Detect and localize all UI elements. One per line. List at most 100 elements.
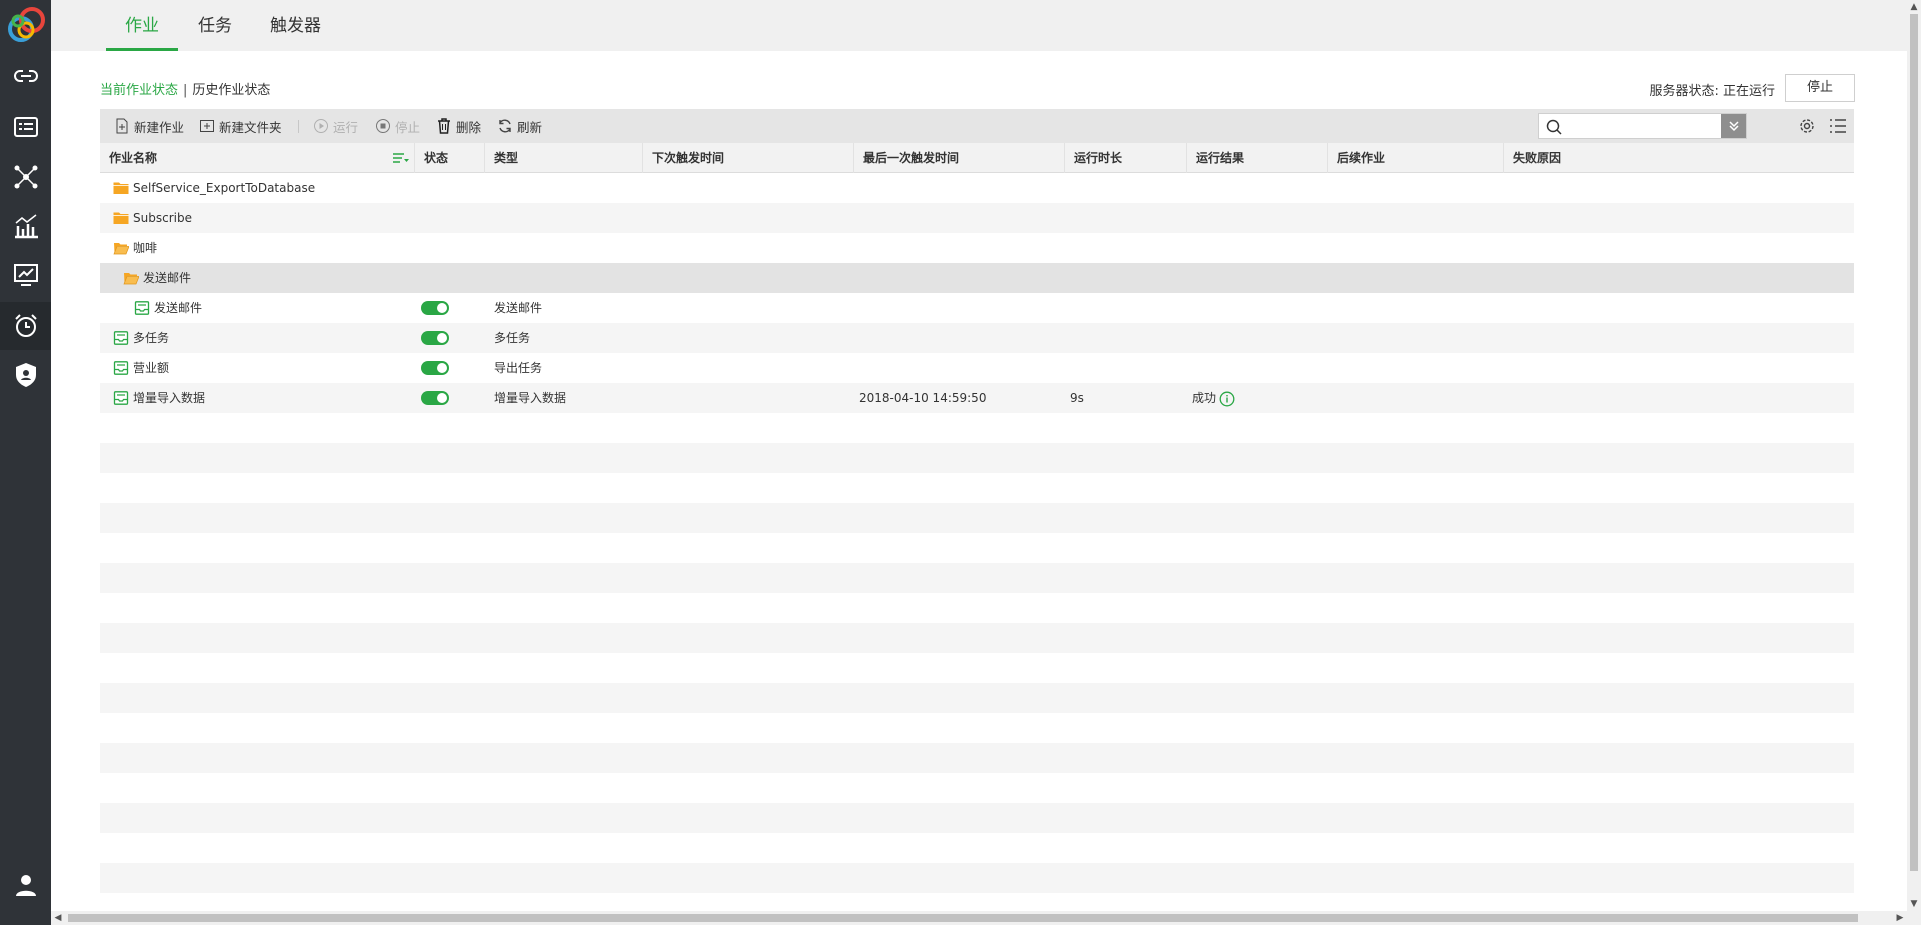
sidebar-item-link[interactable]: [0, 52, 51, 100]
job-name: SelfService_ExportToDatabase: [133, 181, 316, 195]
run-result: 成功: [1192, 383, 1235, 413]
run-result-text: 成功: [1192, 391, 1217, 405]
empty-table-row: [100, 593, 1854, 623]
server-status-label: 服务器状态:: [1649, 84, 1719, 99]
scroll-right-icon[interactable]: ▶: [1893, 911, 1907, 925]
col-next-job[interactable]: 后续作业: [1328, 143, 1504, 173]
folder-open-icon: [113, 243, 129, 255]
refresh-label: 刷新: [517, 119, 543, 135]
empty-table-row: [100, 533, 1854, 563]
sidebar-item-security[interactable]: [0, 351, 51, 399]
new-folder-button[interactable]: 新建文件夹: [199, 109, 282, 143]
table-row[interactable]: 多任务 多任务: [100, 323, 1854, 353]
empty-table-row: [100, 863, 1854, 893]
sidebar-item-network[interactable]: [0, 153, 51, 201]
user-icon: [15, 875, 36, 896]
gear-icon[interactable]: [1798, 117, 1816, 135]
run-button[interactable]: 运行: [313, 109, 358, 143]
job-name: 咖啡: [133, 241, 158, 255]
horizontal-scroll-thumb[interactable]: [68, 914, 1858, 922]
col-last-trigger[interactable]: 最后一次触发时间: [854, 143, 1065, 173]
search-dropdown-button[interactable]: [1721, 114, 1746, 138]
empty-table-row: [100, 503, 1854, 533]
empty-table-row: [100, 623, 1854, 653]
sidebar-item-schedule[interactable]: [0, 302, 51, 350]
grid-body: SelfService_ExportToDatabase Subscribe 咖啡发…: [100, 173, 1854, 893]
shield-user-icon: [15, 363, 36, 387]
sidebar-item-presentation[interactable]: [0, 251, 51, 299]
new-job-button[interactable]: 新建作业: [114, 109, 184, 143]
search-icon: [1546, 119, 1562, 135]
col-duration[interactable]: 运行时长: [1065, 143, 1187, 173]
scroll-left-icon[interactable]: ◀: [51, 911, 65, 925]
refresh-button[interactable]: 刷新: [497, 109, 542, 143]
horizontal-scrollbar[interactable]: ◀ ▶: [51, 911, 1921, 925]
table-row[interactable]: SelfService_ExportToDatabase: [100, 173, 1854, 203]
table-row[interactable]: Subscribe: [100, 203, 1854, 233]
new-folder-label: 新建文件夹: [219, 119, 282, 135]
table-row[interactable]: 营业额 导出任务: [100, 353, 1854, 383]
stop-label: 停止: [395, 119, 421, 135]
col-result[interactable]: 运行结果: [1187, 143, 1328, 173]
job-enabled-toggle[interactable]: [421, 391, 449, 405]
server-status-value: 正在运行: [1722, 84, 1775, 99]
stop-server-button[interactable]: 停止: [1785, 74, 1855, 102]
tab-jobs[interactable]: 作业: [106, 0, 178, 51]
tab-tasks[interactable]: 任务: [179, 0, 251, 51]
vertical-scroll-thumb[interactable]: [1910, 14, 1918, 871]
toolbar: 新建作业 新建文件夹 运行 停止 删除 刷新: [100, 109, 1854, 143]
new-folder-icon: [200, 120, 214, 132]
job-name-cell: 增量导入数据: [113, 383, 205, 413]
scroll-up-icon[interactable]: ▲: [1907, 0, 1921, 14]
history-job-status-link[interactable]: 历史作业状态: [192, 83, 270, 98]
col-status[interactable]: 状态: [415, 143, 485, 173]
job-icon: [113, 331, 129, 345]
scroll-down-icon[interactable]: ▼: [1907, 897, 1921, 911]
toolbar-divider: [298, 120, 299, 133]
info-icon[interactable]: [1219, 391, 1235, 407]
vertical-scrollbar[interactable]: ▲ ▼: [1907, 0, 1921, 911]
table-row[interactable]: 发送邮件: [100, 263, 1854, 293]
col-type[interactable]: 类型: [485, 143, 643, 173]
col-job-name[interactable]: 作业名称: [100, 143, 415, 173]
sidebar-item-user[interactable]: [0, 861, 51, 909]
table-row[interactable]: 发送邮件 发送邮件: [100, 293, 1854, 323]
delete-button[interactable]: 删除: [436, 109, 481, 143]
job-name-cell: SelfService_ExportToDatabase: [113, 173, 315, 203]
sidebar-item-list[interactable]: [0, 103, 51, 151]
search-input[interactable]: [1567, 116, 1713, 136]
col-fail-reason[interactable]: 失败原因: [1504, 143, 1854, 173]
job-grid: 作业名称 状态 类型 下次触发时间 最后一次触发时间 运行时长 运行结果 后续作…: [100, 143, 1854, 893]
empty-table-row: [100, 653, 1854, 683]
job-icon: [134, 301, 150, 315]
job-enabled-toggle[interactable]: [421, 301, 449, 315]
table-row[interactable]: 增量导入数据 增量导入数据 2018-04-10 14:59:50 9s 成功: [100, 383, 1854, 413]
job-name-cell: 营业额: [113, 353, 169, 383]
app-logo[interactable]: [4, 3, 48, 47]
server-status: 服务器状态: 正在运行: [1649, 80, 1775, 99]
folder-icon: [113, 212, 129, 224]
job-name: 营业额: [133, 361, 170, 375]
delete-label: 删除: [456, 119, 482, 135]
status-subnav: 当前作业状态 | 历史作业状态: [100, 79, 270, 98]
job-name-cell: 发送邮件: [123, 263, 191, 293]
table-row[interactable]: 咖啡: [100, 233, 1854, 263]
folder-icon: [113, 182, 129, 194]
column-list-icon[interactable]: [1829, 117, 1847, 135]
job-enabled-toggle[interactable]: [421, 331, 449, 345]
list-card-icon: [13, 117, 38, 137]
new-job-label: 新建作业: [134, 119, 185, 135]
job-enabled-toggle[interactable]: [421, 361, 449, 375]
col-next-trigger[interactable]: 下次触发时间: [643, 143, 854, 173]
sidebar-item-chart[interactable]: [0, 202, 51, 250]
tab-triggers[interactable]: 触发器: [251, 0, 340, 51]
new-file-icon: [116, 118, 128, 134]
empty-table-row: [100, 473, 1854, 503]
filter-sort-icon[interactable]: [392, 151, 410, 165]
job-name-cell: 咖啡: [113, 233, 157, 263]
refresh-icon: [499, 119, 511, 133]
stop-button[interactable]: 停止: [375, 109, 420, 143]
empty-table-row: [100, 443, 1854, 473]
empty-table-row: [100, 683, 1854, 713]
current-job-status-link[interactable]: 当前作业状态: [100, 83, 178, 98]
